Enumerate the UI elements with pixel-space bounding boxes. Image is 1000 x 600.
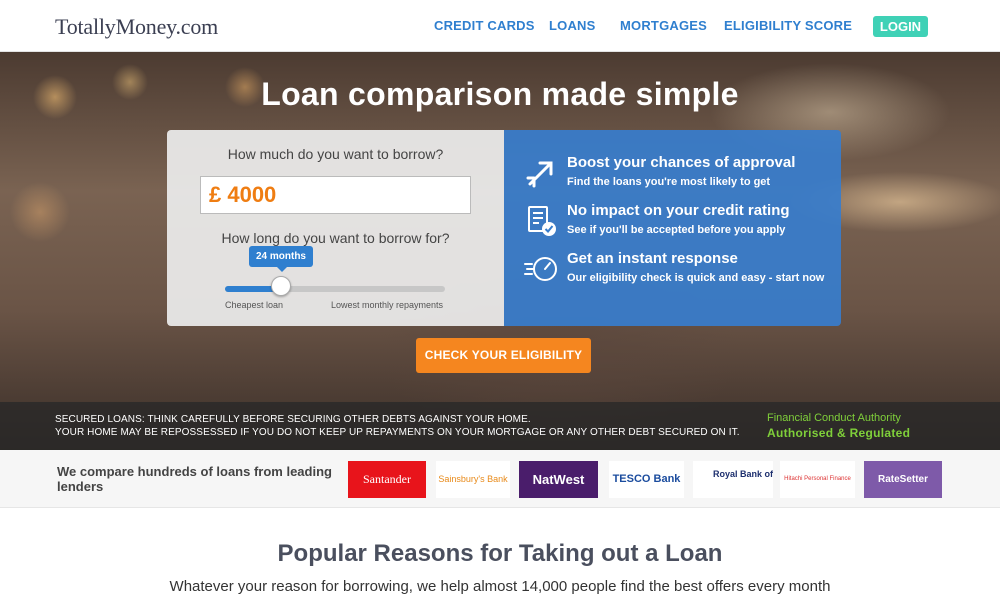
warning-line-2: YOUR HOME MAY BE REPOSSESSED IF YOU DO N… bbox=[55, 427, 740, 438]
benefit-title: No impact on your credit rating bbox=[567, 202, 790, 219]
lender-logo-sainsburys: Sainsbury's Bank bbox=[436, 461, 510, 498]
lender-logo-rbs: Royal Bank of Scotland bbox=[693, 461, 773, 498]
benefit-title: Get an instant response bbox=[567, 250, 738, 267]
rocket-icon bbox=[524, 156, 558, 190]
term-value-tooltip: 24 months bbox=[249, 246, 313, 272]
term-question: How long do you want to borrow for? bbox=[221, 230, 450, 246]
nav-credit-cards[interactable]: CREDIT CARDS bbox=[434, 18, 535, 33]
warning-line-1: SECURED LOANS: THINK CAREFULLY BEFORE SE… bbox=[55, 414, 531, 425]
fca-status: Authorised & Regulated bbox=[767, 426, 911, 440]
reasons-heading: Popular Reasons for Taking out a Loan bbox=[277, 540, 723, 567]
lender-logo-tesco: TESCO Bank bbox=[609, 461, 684, 498]
nav-loans[interactable]: LOANS bbox=[549, 18, 596, 33]
secured-loans-warning: SECURED LOANS: THINK CAREFULLY BEFORE SE… bbox=[0, 402, 1000, 450]
lender-logo-ratesetter: RateSetter bbox=[864, 461, 942, 498]
benefit-instant-response: Get an instant response Our eligibility … bbox=[504, 250, 841, 294]
fca-label: Financial Conduct Authority bbox=[767, 412, 901, 424]
benefit-subtitle: Our eligibility check is quick and easy … bbox=[567, 272, 825, 284]
hero-section: Loan comparison made simple How much do … bbox=[0, 52, 1000, 450]
benefits-panel: Boost your chances of approval Find the … bbox=[504, 130, 841, 326]
hero-title: Loan comparison made simple bbox=[261, 76, 739, 112]
amount-input[interactable]: £ 4000 bbox=[200, 176, 471, 214]
loan-form-panel: How much do you want to borrow? £ 4000 H… bbox=[167, 130, 504, 326]
check-eligibility-button[interactable]: CHECK YOUR ELIGIBILITY bbox=[416, 338, 591, 373]
benefit-approval: Boost your chances of approval Find the … bbox=[504, 154, 841, 198]
benefit-credit-rating: No impact on your credit rating See if y… bbox=[504, 202, 841, 246]
term-slider-handle[interactable] bbox=[271, 276, 291, 296]
lender-logo-natwest: NatWest bbox=[519, 461, 598, 498]
benefit-subtitle: See if you'll be accepted before you app… bbox=[567, 224, 786, 236]
site-logo[interactable]: TotallyMoney.com bbox=[55, 14, 218, 40]
site-header: TotallyMoney.com CREDIT CARDS LOANS MORT… bbox=[0, 0, 1000, 52]
amount-question: How much do you want to borrow? bbox=[227, 146, 444, 162]
slider-left-label: Cheapest loan bbox=[225, 300, 284, 310]
nav-eligibility-score[interactable]: ELIGIBILITY SCORE bbox=[724, 18, 852, 33]
benefit-title: Boost your chances of approval bbox=[567, 154, 796, 171]
slider-right-label: Lowest monthly repayments bbox=[331, 300, 444, 310]
lenders-intro: We compare hundreds of loans from leadin… bbox=[57, 464, 332, 494]
benefit-subtitle: Find the loans you're most likely to get bbox=[567, 176, 771, 188]
reasons-subheading: Whatever your reason for borrowing, we h… bbox=[169, 578, 831, 595]
document-check-icon bbox=[524, 204, 558, 238]
lender-logo-santander: Santander bbox=[348, 461, 426, 498]
nav-mortgages[interactable]: MORTGAGES bbox=[620, 18, 707, 33]
speedometer-icon bbox=[524, 252, 558, 286]
lender-logo-hitachi: Hitachi Personal Finance bbox=[780, 461, 855, 498]
login-button[interactable]: LOGIN bbox=[873, 16, 928, 37]
lenders-strip: We compare hundreds of loans from leadin… bbox=[0, 450, 1000, 508]
term-slider-track[interactable] bbox=[225, 286, 445, 292]
